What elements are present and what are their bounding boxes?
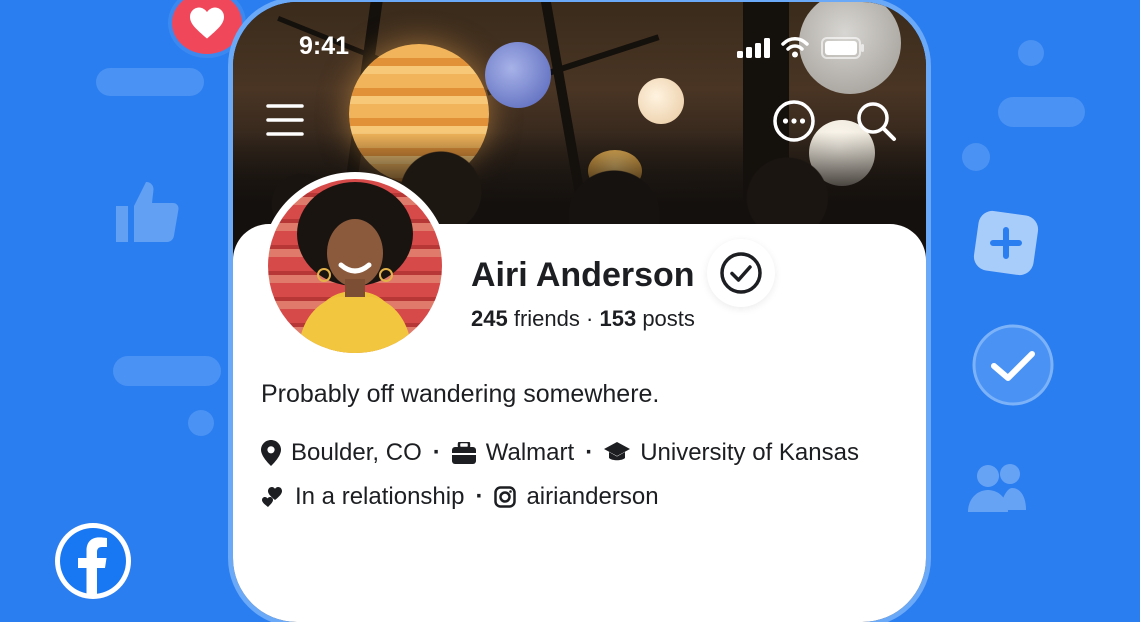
friends-label[interactable]: friends [514, 306, 580, 331]
instagram-handle[interactable]: airianderson [526, 483, 658, 511]
friends-count: 245 [471, 306, 508, 331]
verified-check-icon [720, 252, 762, 294]
decor-pill [998, 97, 1085, 127]
info-row-primary: Boulder, CO · Walmart · University of Ka… [261, 439, 859, 467]
profile-stats: 245 friends · 153 posts [471, 306, 695, 332]
work-text[interactable]: Walmart [486, 439, 574, 467]
status-bar: 9:41 [233, 2, 926, 82]
signal-icon [737, 38, 770, 58]
info-relationship: In a relationship [261, 483, 464, 511]
lantern [638, 78, 684, 124]
decor-dot [188, 410, 214, 436]
decor-pill [96, 68, 204, 96]
plus-icon [973, 210, 1039, 281]
check-icon [970, 322, 1056, 413]
more-options-icon [773, 100, 815, 142]
heart-badge [172, 0, 242, 54]
briefcase-icon [451, 442, 476, 464]
graduation-cap-icon [604, 442, 631, 461]
menu-button[interactable] [263, 98, 307, 142]
verified-badge [707, 239, 775, 307]
posts-label[interactable]: posts [642, 306, 695, 331]
hearts-icon [262, 487, 282, 507]
decor-dot [962, 143, 990, 171]
phone-frame: 9:41 Airi Anderson 245 friends · 153 pos… [233, 2, 926, 622]
status-time: 9:41 [299, 32, 350, 60]
location-pin-icon [261, 440, 281, 466]
wifi-icon [781, 37, 809, 58]
facebook-logo-icon [60, 528, 126, 594]
people-icon [966, 462, 1028, 519]
info-location: Boulder, CO [261, 439, 422, 467]
profile-name: Airi Anderson [471, 256, 695, 294]
search-button[interactable] [853, 98, 899, 144]
info-separator: · [585, 439, 594, 466]
decor-pill [113, 356, 221, 386]
info-education: University of Kansas [604, 439, 859, 467]
info-instagram: airianderson [494, 483, 659, 511]
more-options-button[interactable] [771, 98, 817, 144]
heart-icon [190, 7, 224, 39]
decor-dot [1018, 40, 1044, 66]
thumbs-up-icon [110, 176, 182, 253]
info-row-secondary: In a relationship · airianderson [261, 483, 659, 511]
education-text[interactable]: University of Kansas [640, 439, 859, 467]
profile-picture[interactable] [261, 172, 449, 360]
avatar [268, 179, 442, 353]
battery-icon [821, 37, 864, 59]
relationship-text: In a relationship [295, 483, 465, 510]
info-work: Walmart [451, 439, 574, 467]
profile-bio: Probably off wandering somewhere. [261, 380, 660, 408]
facebook-logo-badge [55, 523, 131, 599]
hamburger-menu-icon [266, 104, 304, 136]
location-text: Boulder, CO [291, 439, 422, 466]
instagram-icon [494, 486, 517, 508]
info-separator: · [432, 439, 441, 466]
stats-separator: · [586, 306, 594, 331]
info-separator: · [475, 483, 484, 510]
posts-count: 153 [599, 306, 637, 331]
search-icon [857, 102, 896, 141]
